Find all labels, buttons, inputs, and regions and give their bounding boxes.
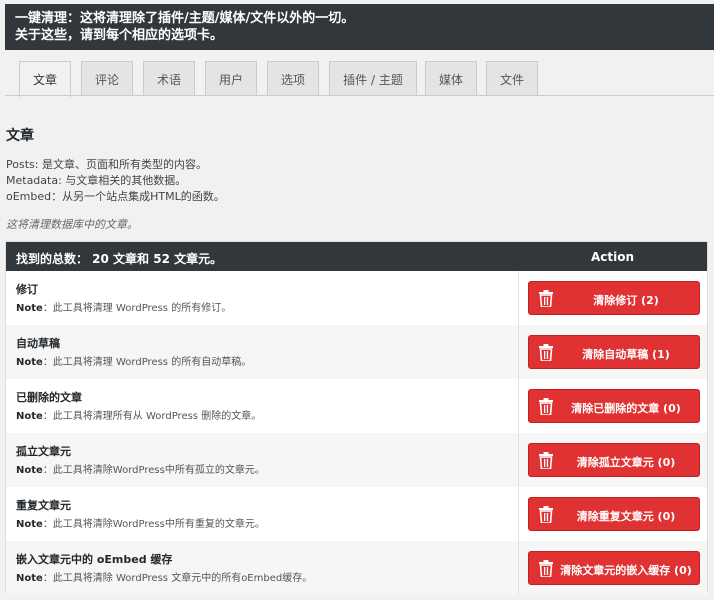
column-divider [518, 433, 519, 487]
clean-oembed-cache-button[interactable]: 清除文章元的嵌入缓存 (0) [528, 551, 700, 585]
trash-icon [539, 506, 553, 523]
column-divider [518, 325, 519, 379]
notice-banner: 一键清理：这将清理除了插件/主题/媒体/文件以外的一切。 关于这些，请到每个相应… [5, 4, 714, 50]
clean-autodrafts-button[interactable]: 清除自动草稿 (1) [528, 335, 700, 369]
trash-icon [539, 560, 553, 577]
row-note: Note：此工具将清理 WordPress 的所有修订。 [16, 303, 232, 314]
row-title: 修订 [16, 283, 38, 296]
tab-plugins-themes[interactable]: 插件 / 主题 [329, 61, 417, 96]
section-note: 这将清理数据库中的文章。 [6, 218, 138, 231]
tab-terms[interactable]: 术语 [143, 61, 195, 96]
row-title: 孤立文章元 [16, 445, 71, 458]
tab-posts[interactable]: 文章 [19, 61, 71, 97]
desc-oembed: oEmbed：从另一个站点集成HTML的函数。 [6, 190, 225, 203]
column-divider [518, 271, 519, 325]
column-divider [518, 541, 519, 595]
tabs-divider [5, 95, 714, 96]
note-label: Note [16, 357, 43, 368]
note-label: Note [16, 465, 43, 476]
desc-posts: Posts: 是文章、页面和所有类型的内容。 [6, 158, 207, 171]
row-note: Note：此工具将清除WordPress中所有孤立的文章元。 [16, 465, 265, 476]
trash-icon [539, 344, 553, 361]
trash-icon [539, 290, 553, 307]
clean-orphan-postmeta-button[interactable]: 清除孤立文章元 (0) [528, 443, 700, 477]
column-divider [518, 379, 519, 433]
button-label: 清除孤立文章元 (0) [576, 456, 676, 469]
section-title: 文章 [6, 128, 34, 144]
clean-trashed-posts-button[interactable]: 清除已删除的文章 (0) [528, 389, 700, 423]
table-row: 已删除的文章 Note：此工具将清理所有从 WordPress 删除的文章。 清… [6, 379, 707, 433]
notice-line-2: 关于这些，请到每个相应的选项卡。 [15, 28, 224, 43]
trash-icon [539, 398, 553, 415]
note-label: Note [16, 519, 43, 530]
button-label: 清除重复文章元 (0) [576, 510, 676, 523]
button-label: 清除自动草稿 (1) [582, 348, 670, 361]
row-title: 重复文章元 [16, 499, 71, 512]
column-divider [518, 487, 519, 541]
note-label: Note [16, 411, 43, 422]
button-label: 清除文章元的嵌入缓存 (0) [560, 564, 692, 577]
trash-icon [539, 452, 553, 469]
tab-options[interactable]: 选项 [267, 61, 319, 96]
table-header: 找到的总数： 20 文章和 52 文章元。 Action [6, 242, 707, 271]
tab-users[interactable]: 用户 [205, 61, 257, 96]
table-row: 嵌入文章元中的 oEmbed 缓存 Note：此工具将清除 WordPress … [6, 541, 707, 595]
note-label: Note [16, 573, 43, 584]
row-note: Note：此工具将清除WordPress中所有重复的文章元。 [16, 519, 265, 530]
table-row: 修订 Note：此工具将清理 WordPress 的所有修订。 清除修订 (2) [6, 271, 707, 325]
table-row: 自动草稿 Note：此工具将清理 WordPress 的所有自动草稿。 清除自动… [6, 325, 707, 379]
row-note: Note：此工具将清理 WordPress 的所有自动草稿。 [16, 357, 252, 368]
button-label: 清除修订 (2) [593, 294, 659, 307]
clean-duplicate-postmeta-button[interactable]: 清除重复文章元 (0) [528, 497, 700, 531]
clean-revisions-button[interactable]: 清除修订 (2) [528, 281, 700, 315]
tab-comments[interactable]: 评论 [81, 61, 133, 96]
row-title: 已删除的文章 [16, 391, 82, 404]
row-note: Note：此工具将清理所有从 WordPress 删除的文章。 [16, 411, 262, 422]
table-header-total: 找到的总数： 20 文章和 52 文章元。 [16, 252, 223, 266]
table-row: 重复文章元 Note：此工具将清除WordPress中所有重复的文章元。 清除重… [6, 487, 707, 541]
cleanup-table: 找到的总数： 20 文章和 52 文章元。 Action 修订 Note：此工具… [5, 241, 708, 595]
row-title: 嵌入文章元中的 oEmbed 缓存 [16, 553, 173, 566]
desc-metadata: Metadata: 与文章相关的其他数据。 [6, 174, 187, 187]
table-row: 孤立文章元 Note：此工具将清除WordPress中所有孤立的文章元。 清除孤… [6, 433, 707, 487]
tab-media[interactable]: 媒体 [425, 61, 477, 96]
notice-line-1: 一键清理：这将清理除了插件/主题/媒体/文件以外的一切。 [15, 11, 355, 26]
row-note: Note：此工具将清除 WordPress 文章元中的所有oEmbed缓存。 [16, 573, 313, 584]
table-header-action: Action [590, 250, 635, 264]
button-label: 清除已删除的文章 (0) [571, 402, 681, 415]
tab-files[interactable]: 文件 [486, 61, 538, 96]
row-title: 自动草稿 [16, 337, 60, 350]
note-label: Note [16, 303, 43, 314]
